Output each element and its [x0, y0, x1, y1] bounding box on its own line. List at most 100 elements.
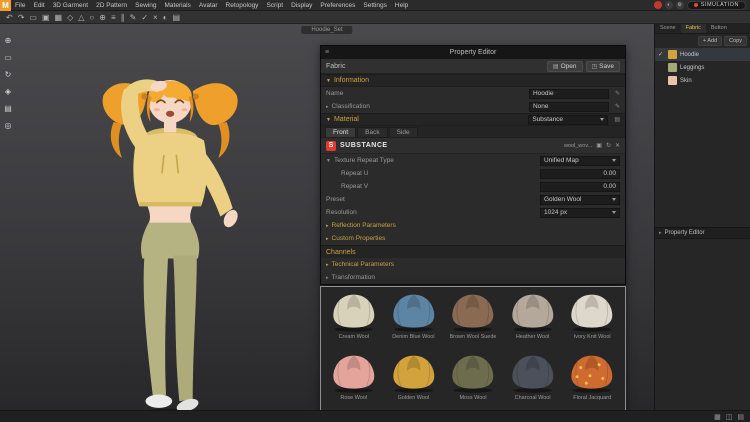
menu-item-edit[interactable]: Edit	[29, 0, 48, 11]
material-thumb-golden[interactable]: Golden Wool	[385, 351, 443, 410]
classification-input[interactable]: None	[528, 101, 609, 112]
user-avatar-icon[interactable]: ◐	[664, 1, 673, 9]
pin-tool-icon[interactable]: ⊕	[99, 11, 106, 24]
material-thumb-rose[interactable]: Rose Wool	[325, 351, 383, 410]
grid-view-icon[interactable]: ▦	[714, 413, 721, 421]
reflection-parameters-row[interactable]: ▸ Reflection Parameters	[321, 219, 625, 232]
repeat-v-input[interactable]: 0.00	[540, 181, 620, 192]
material-type-dropdown[interactable]: Substance	[528, 114, 609, 125]
transform-tool-icon[interactable]: △	[78, 11, 84, 24]
shading-toggle-icon[interactable]: ◐	[163, 11, 168, 24]
section-channels[interactable]: Channels	[321, 245, 625, 258]
check-tool-icon[interactable]: ✓	[141, 11, 148, 24]
chevron-expanded-icon: ▼	[326, 116, 331, 123]
material-thumb-floral[interactable]: Floral Jacquard	[563, 351, 621, 410]
menu-item-retopology[interactable]: Retopology	[222, 0, 263, 11]
gear-icon[interactable]: ⚙	[675, 1, 684, 9]
menu-item-display[interactable]: Display	[287, 0, 316, 11]
material-thumb-brown[interactable]: Brown Wool Suede	[444, 290, 502, 349]
menu-item-3d-garment[interactable]: 3D Garment	[49, 0, 92, 11]
name-input[interactable]: Hoodie	[528, 88, 609, 99]
material-thumb-cream[interactable]: Cream Wool	[325, 290, 383, 349]
menu-item-2d-pattern[interactable]: 2D Pattern	[92, 0, 131, 11]
texture-toggle-icon[interactable]: ▤	[173, 11, 181, 24]
menu-item-help[interactable]: Help	[391, 0, 412, 11]
menu-item-file[interactable]: File	[11, 0, 29, 11]
preset-dropdown[interactable]: Golden Wool	[540, 194, 620, 205]
sewing-tool-icon[interactable]: ≡	[111, 11, 116, 24]
transformation-row[interactable]: ▸ Transformation	[321, 271, 625, 284]
material-options-icon[interactable]: ▤	[614, 116, 620, 123]
menu-item-materials[interactable]: Materials	[161, 0, 195, 11]
edit-pencil-icon[interactable]: ✎	[615, 103, 620, 110]
repeat-u-input[interactable]: 0.00	[540, 168, 620, 179]
redo-icon[interactable]: ↷	[18, 11, 25, 24]
viewport-3d[interactable]: Hoodie_Set ⊕ ▭ ↻ ◈ ▤ ◎ ≡ Property Editor…	[0, 24, 654, 410]
chevron-collapsed-icon[interactable]: ▸	[326, 104, 329, 110]
link-icon[interactable]: ▣	[596, 142, 602, 149]
tab-front[interactable]: Front	[325, 126, 357, 137]
tab-button[interactable]: Button	[706, 23, 732, 33]
gizmo-tool-icon[interactable]: ◈	[2, 85, 14, 98]
split-view-icon[interactable]: ◫	[726, 413, 733, 421]
material-thumb-ivory[interactable]: Ivory Knit Wool	[563, 290, 621, 349]
resolution-dropdown[interactable]: 1024 px	[540, 207, 620, 218]
menu-item-settings[interactable]: Settings	[359, 0, 391, 11]
save-button[interactable]: ◳ Save	[585, 60, 620, 72]
preset-row: Preset Golden Wool	[321, 193, 625, 206]
menu-item-script[interactable]: Script	[262, 0, 287, 11]
record-icon[interactable]	[653, 1, 662, 9]
segment-sewing-icon[interactable]: ∥	[121, 11, 125, 24]
polygon-tool-icon[interactable]: ◇	[67, 11, 73, 24]
project-tab[interactable]: Hoodie_Set	[301, 26, 353, 34]
pan-tool-icon[interactable]: ▤	[2, 102, 14, 115]
log-panel-icon[interactable]: ▤	[737, 413, 744, 421]
edit-tool-icon[interactable]: ✎	[130, 11, 137, 24]
refresh-icon[interactable]: ↻	[606, 142, 611, 149]
material-thumb-denim[interactable]: Denim Blue Wool	[385, 290, 443, 349]
menu-item-preferences[interactable]: Preferences	[316, 0, 359, 11]
focus-tool-icon[interactable]: ◎	[2, 119, 14, 132]
simulation-toggle[interactable]: SIMULATION	[686, 0, 746, 10]
fabric-list-item-skin[interactable]: Skin	[655, 74, 750, 87]
chevron-expanded-icon[interactable]: ▼	[326, 158, 331, 164]
open-button[interactable]: ▤ Open	[546, 60, 583, 72]
fabric-list-item-leggings[interactable]: Leggings	[655, 61, 750, 74]
panel-title: Property Editor	[449, 49, 497, 56]
technical-parameters-row[interactable]: ▸ Technical Parameters	[321, 258, 625, 271]
copy-fabric-button[interactable]: Copy	[724, 36, 747, 46]
undo-icon[interactable]: ↶	[6, 11, 13, 24]
tab-fabric[interactable]: Fabric	[680, 23, 706, 33]
section-information[interactable]: ▼ Information	[321, 74, 625, 87]
select-box-tool-icon[interactable]: ▭	[2, 51, 14, 64]
fabric-list-item-hoodie[interactable]: ✓ Hoodie	[655, 48, 750, 61]
add-fabric-button[interactable]: + Add	[697, 36, 723, 46]
tab-back[interactable]: Back	[357, 126, 388, 137]
menu-item-avatar[interactable]: Avatar	[195, 0, 222, 11]
grid-tool-icon[interactable]: ▦	[55, 11, 63, 24]
zoom-tool-icon[interactable]: ⊕	[2, 34, 14, 47]
rotate-view-icon[interactable]: ↻	[2, 68, 14, 81]
custom-properties-row[interactable]: ▸ Custom Properties	[321, 232, 625, 245]
panel-menu-icon[interactable]: ≡	[325, 49, 329, 56]
material-thumb-charcoal[interactable]: Charcoal Wool	[504, 351, 562, 410]
section-material[interactable]: ▼ Material Substance ▤	[321, 113, 625, 126]
app-logo[interactable]: M	[0, 0, 11, 11]
material-thumb-moss[interactable]: Moss Wool	[444, 351, 502, 410]
edit-pencil-icon[interactable]: ✎	[615, 90, 620, 97]
select-tool-icon[interactable]: ▭	[29, 11, 37, 24]
property-editor-titlebar[interactable]: ≡ Property Editor	[321, 46, 625, 59]
avatar-3d[interactable]	[40, 42, 290, 410]
delete-tool-icon[interactable]: ×	[153, 11, 158, 24]
material-preset-gallery: Cream Wool Denim Blue Wool Brown Wool Su…	[320, 286, 626, 410]
tab-side[interactable]: Side	[388, 126, 418, 137]
material-thumb-heather[interactable]: Heather Wool	[504, 290, 562, 349]
tab-scene[interactable]: Scene	[655, 23, 681, 33]
texture-repeat-dropdown[interactable]: Unified Map	[540, 155, 620, 166]
rectangle-tool-icon[interactable]: ▣	[42, 11, 50, 24]
menu-item-sewing[interactable]: Sewing	[131, 0, 160, 11]
property-editor-panel: ≡ Property Editor Fabric ▤ Open ◳ Save ▼…	[320, 45, 626, 285]
sidebar-property-editor-header[interactable]: ▸ Property Editor	[655, 227, 750, 239]
remove-icon[interactable]: ✕	[615, 142, 620, 149]
circle-tool-icon[interactable]: ○	[89, 11, 94, 24]
